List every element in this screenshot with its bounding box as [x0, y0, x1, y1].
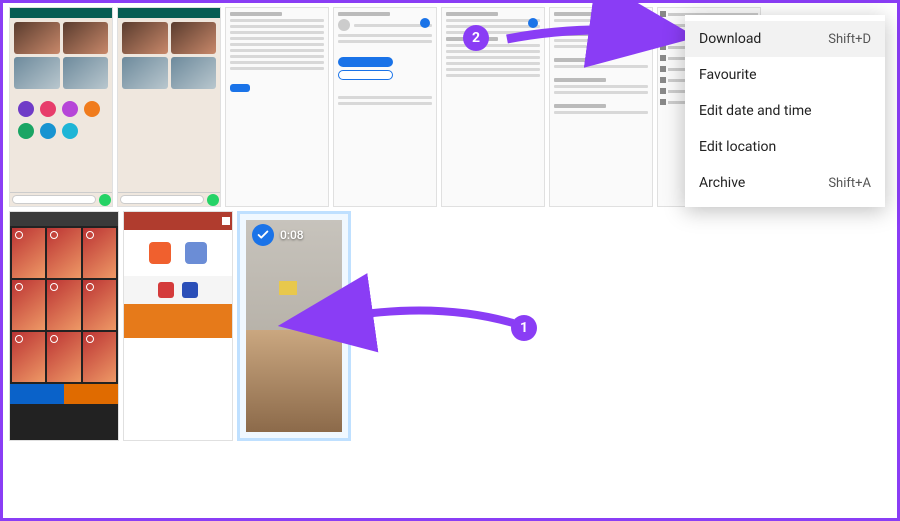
- menu-item-label: Archive: [699, 175, 812, 191]
- menu-item-label: Download: [699, 31, 812, 47]
- arrow-1: [343, 293, 523, 347]
- step-badge-2: 2: [463, 25, 489, 51]
- thumbnail-settings-2[interactable]: [333, 7, 437, 207]
- thumbnail-recorder-app[interactable]: [123, 211, 233, 441]
- selected-video-thumbnail[interactable]: 0:08: [237, 211, 351, 441]
- selection-check-icon: [252, 224, 274, 246]
- thumbnail-settings-1[interactable]: [225, 7, 329, 207]
- menu-item-archive[interactable]: Archive Shift+A: [685, 165, 885, 201]
- menu-item-download[interactable]: Download Shift+D: [685, 21, 885, 57]
- menu-item-label: Edit location: [699, 139, 855, 155]
- thumbnail-whatsapp-chat[interactable]: [117, 7, 221, 207]
- context-menu: Download Shift+D Favourite Edit date and…: [685, 15, 885, 207]
- thumbnail-video-grid-1[interactable]: [9, 211, 119, 441]
- menu-item-shortcut: Shift+A: [828, 176, 871, 191]
- arrow-2: [499, 15, 689, 69]
- menu-item-shortcut: Shift+D: [828, 32, 871, 47]
- menu-item-favourite[interactable]: Favourite: [685, 57, 885, 93]
- menu-item-label: Edit date and time: [699, 103, 855, 119]
- menu-item-label: Favourite: [699, 67, 855, 83]
- video-duration: 0:08: [280, 228, 304, 242]
- thumbnail-whatsapp-attach[interactable]: [9, 7, 113, 207]
- menu-item-edit-location[interactable]: Edit location: [685, 129, 885, 165]
- menu-item-edit-date-time[interactable]: Edit date and time: [685, 93, 885, 129]
